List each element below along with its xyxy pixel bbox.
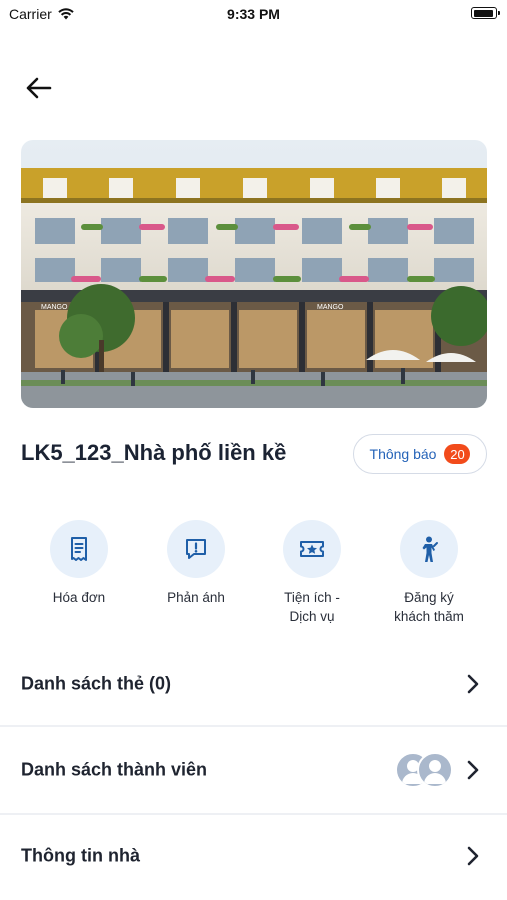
- status-bar: Carrier 9:33 PM: [0, 0, 507, 28]
- back-button[interactable]: [18, 70, 58, 106]
- visitor-icon: [400, 520, 458, 578]
- feedback-button[interactable]: Phản ánh: [141, 520, 251, 607]
- member-avatars: [395, 752, 455, 788]
- storefront-sign: MANGO: [41, 304, 68, 311]
- property-title: LK5_123_Nhà phố liền kề: [21, 440, 287, 465]
- notification-count-badge: 20: [444, 444, 471, 464]
- house-info-label: Thông tin nhà: [21, 845, 140, 866]
- chevron-right-icon: [467, 846, 479, 866]
- members-list-label: Danh sách thành viên: [21, 759, 208, 780]
- chevron-right-icon: [467, 760, 479, 780]
- chevron-right-icon: [467, 674, 479, 694]
- members-list-row[interactable]: Danh sách thành viên: [0, 734, 507, 806]
- receipt-icon: [50, 520, 108, 578]
- invoice-label: Hóa đơn: [52, 590, 106, 605]
- cards-list-row[interactable]: Danh sách thẻ (0): [0, 648, 507, 720]
- visitor-registration-button[interactable]: Đăng ký khách thăm: [374, 520, 484, 626]
- invoice-button[interactable]: Hóa đơn: [24, 520, 134, 607]
- storefront-sign-2: MANGO: [317, 304, 344, 311]
- services-button[interactable]: Tiện ích - Dịch vụ: [257, 520, 367, 626]
- avatar: [417, 752, 453, 788]
- visitor-registration-label: Đăng ký khách thăm: [394, 590, 464, 624]
- feedback-label: Phản ánh: [167, 590, 225, 605]
- ticket-star-icon: [283, 520, 341, 578]
- divider: [0, 725, 507, 727]
- notification-button[interactable]: Thông báo 20: [353, 434, 487, 474]
- notification-label: Thông báo: [369, 446, 437, 462]
- arrow-left-icon: [26, 77, 52, 99]
- clock: 9:33 PM: [227, 6, 280, 22]
- services-label: Tiện ích - Dịch vụ: [284, 590, 340, 624]
- divider: [0, 813, 507, 815]
- house-info-row[interactable]: Thông tin nhà: [0, 820, 507, 892]
- battery-icon: [471, 7, 500, 19]
- cards-list-label: Danh sách thẻ (0): [21, 673, 172, 694]
- feedback-icon: [167, 520, 225, 578]
- townhouse-street-image: MANGO MANGO: [21, 140, 487, 408]
